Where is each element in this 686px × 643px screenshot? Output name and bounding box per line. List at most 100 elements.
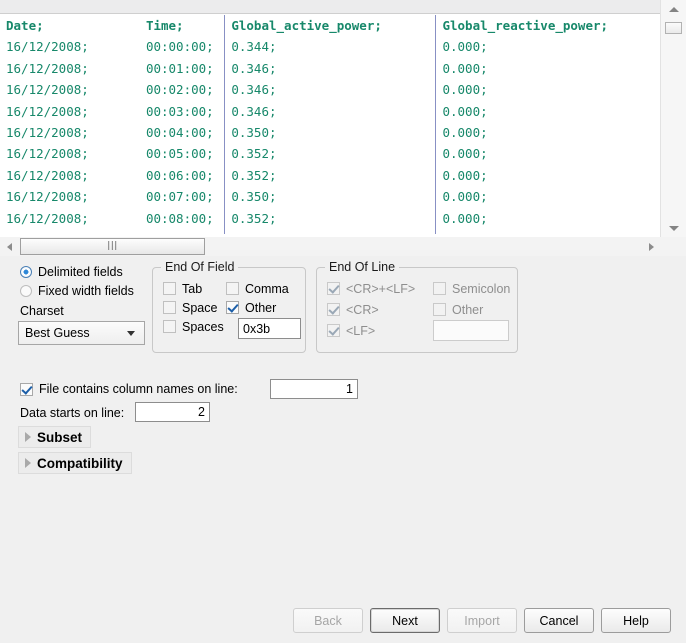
data-starts-label: Data starts on line:: [20, 406, 125, 420]
vertical-scrollbar[interactable]: [660, 0, 686, 237]
expander-compatibility[interactable]: Compatibility: [18, 452, 132, 474]
cell-reactive-power: 0.000;: [442, 146, 488, 162]
checkbox-checked-icon: [20, 382, 33, 396]
checkbox-semicolon[interactable]: Semicolon: [433, 280, 510, 297]
chevron-down-icon: [127, 330, 135, 336]
cell-date: 16/12/2008;: [0, 36, 140, 58]
checkbox-spaces[interactable]: Spaces: [163, 318, 224, 335]
grid-header-strip: [0, 0, 660, 14]
scroll-left-button[interactable]: [0, 237, 18, 256]
triangle-right-icon: [25, 458, 31, 468]
dialog-button-bar: Back Next Import Cancel Help: [0, 608, 686, 633]
table-row[interactable]: 16/12/2008; 00:03:00; 0.346; 0.000;: [0, 100, 660, 123]
checkbox-other-line[interactable]: Other: [433, 301, 483, 318]
cell-active-power: 0.346;: [224, 79, 437, 101]
charset-select[interactable]: Best Guess: [18, 321, 145, 345]
checkbox-column-names[interactable]: File contains column names on line:: [20, 380, 238, 398]
table-row[interactable]: 16/12/2008; 00:02:00; 0.346; 0.000;: [0, 79, 660, 101]
table-row[interactable]: 16/12/2008; 00:06:00; 0.352; 0.000;: [0, 164, 660, 187]
cell-date: 16/12/2008;: [0, 229, 140, 234]
checkbox-crlf[interactable]: <CR>+<LF>: [327, 280, 415, 297]
checkbox-unchecked-disabled-icon: [433, 282, 446, 295]
data-starts-row: Data starts on line:: [20, 404, 124, 422]
vertical-scrollbar-thumb[interactable]: [665, 22, 682, 34]
table-row[interactable]: 16/12/2008; 00:00:00; 0.344; 0.000;: [0, 36, 660, 58]
checkbox-unchecked-icon: [226, 282, 239, 295]
grid-viewport[interactable]: Date; Time; Global_active_power; Global_…: [0, 15, 660, 234]
table-row[interactable]: 16/12/2008; 00:09:00; 0.352; 0.000;: [0, 229, 660, 234]
cell-reactive-power: 0.000;: [442, 167, 488, 183]
triangle-left-icon: [6, 242, 12, 251]
table-row[interactable]: 16/12/2008; 00:08:00; 0.352; 0.000;: [0, 207, 660, 230]
checkbox-other-line-label: Other: [452, 302, 484, 317]
checkbox-other-field-label: Other: [245, 300, 277, 315]
expander-compatibility-label: Compatibility: [37, 455, 123, 471]
table-row[interactable]: 16/12/2008; 00:01:00; 0.346; 0.000;: [0, 57, 660, 80]
table-row[interactable]: 16/12/2008; 00:05:00; 0.352; 0.000;: [0, 143, 660, 165]
column-names-line-input[interactable]: 1: [270, 379, 358, 399]
help-button[interactable]: Help: [601, 608, 671, 633]
scroll-right-button[interactable]: [642, 237, 660, 256]
checkbox-other-field[interactable]: Other: [226, 299, 276, 316]
checkbox-comma-label: Comma: [245, 281, 289, 296]
next-button[interactable]: Next: [370, 608, 440, 633]
cell-reactive-power: 0.000;: [442, 103, 488, 119]
cell-time: 00:07:00;: [139, 186, 226, 208]
cell-active-power: 0.346;: [224, 57, 437, 80]
triangle-right-icon: [648, 242, 654, 251]
radio-off-icon: [20, 284, 32, 297]
table-header-row: Date; Time; Global_active_power; Global_…: [0, 15, 660, 37]
cell-active-power: 0.350;: [224, 122, 437, 144]
import-options-panel: Delimited fields Fixed width fields Char…: [0, 256, 686, 643]
end-of-line-group: End Of Line <CR>+<LF> <CR> <LF> Semicolo…: [316, 260, 518, 353]
checkbox-checked-icon: [226, 301, 239, 314]
radio-delimited-fields[interactable]: Delimited fields: [20, 263, 134, 280]
cell-date: 16/12/2008;: [0, 186, 140, 208]
checkbox-spaces-label: Spaces: [182, 319, 224, 334]
checkbox-lf-label: <LF>: [346, 323, 376, 338]
other-line-terminator-input[interactable]: [433, 320, 509, 341]
cell-reactive-power: 0.000;: [442, 189, 488, 205]
table-row[interactable]: 16/12/2008; 00:07:00; 0.350; 0.000;: [0, 186, 660, 208]
horizontal-scrollbar[interactable]: |||: [0, 237, 686, 256]
cell-reactive-power: 0.000;: [442, 39, 488, 55]
cell-date: 16/12/2008;: [0, 164, 140, 187]
scrollbar-grip: |||: [107, 241, 118, 251]
horizontal-scrollbar-thumb[interactable]: |||: [20, 238, 205, 255]
charset-label: Charset: [20, 304, 64, 318]
radio-fixed-width-fields[interactable]: Fixed width fields: [20, 282, 134, 299]
scroll-down-button[interactable]: [661, 219, 686, 237]
separator-type-group: Delimited fields Fixed width fields: [20, 263, 134, 301]
data-starts-line-input[interactable]: 2: [135, 402, 210, 422]
cell-time: 00:09:00;: [139, 229, 226, 234]
expander-subset[interactable]: Subset: [18, 426, 92, 448]
back-button[interactable]: Back: [293, 608, 363, 633]
other-delimiter-input[interactable]: 0x3b: [238, 318, 301, 339]
cell-date: 16/12/2008;: [0, 79, 140, 101]
column-header-global-reactive-power: Global_reactive_power;: [442, 18, 609, 33]
checkbox-lf[interactable]: <LF>: [327, 322, 375, 339]
cell-time: 00:04:00;: [139, 122, 226, 144]
checkbox-space[interactable]: Space: [163, 299, 217, 316]
table-row[interactable]: 16/12/2008; 00:04:00; 0.350; 0.000;: [0, 122, 660, 144]
radio-on-icon: [20, 265, 32, 278]
import-button[interactable]: Import: [447, 608, 517, 633]
checkbox-unchecked-icon: [163, 301, 176, 314]
cell-active-power: 0.346;: [224, 100, 437, 123]
cancel-button[interactable]: Cancel: [524, 608, 594, 633]
checkbox-tab[interactable]: Tab: [163, 280, 202, 297]
column-header-global-active-power: Global_active_power;: [224, 15, 437, 37]
scroll-up-button[interactable]: [661, 0, 686, 18]
cell-time: 00:02:00;: [139, 79, 226, 101]
cell-time: 00:01:00;: [139, 57, 226, 80]
cell-time: 00:06:00;: [139, 164, 226, 187]
end-of-line-title: End Of Line: [325, 260, 400, 274]
checkbox-cr[interactable]: <CR>: [327, 301, 379, 318]
charset-value: Best Guess: [25, 326, 90, 340]
cell-active-power: 0.352;: [224, 164, 437, 187]
cell-active-power: 0.352;: [224, 229, 437, 234]
checkbox-comma[interactable]: Comma: [226, 280, 289, 297]
checkbox-space-label: Space: [182, 300, 218, 315]
triangle-right-icon: [25, 432, 31, 442]
cell-active-power: 0.350;: [224, 186, 437, 208]
